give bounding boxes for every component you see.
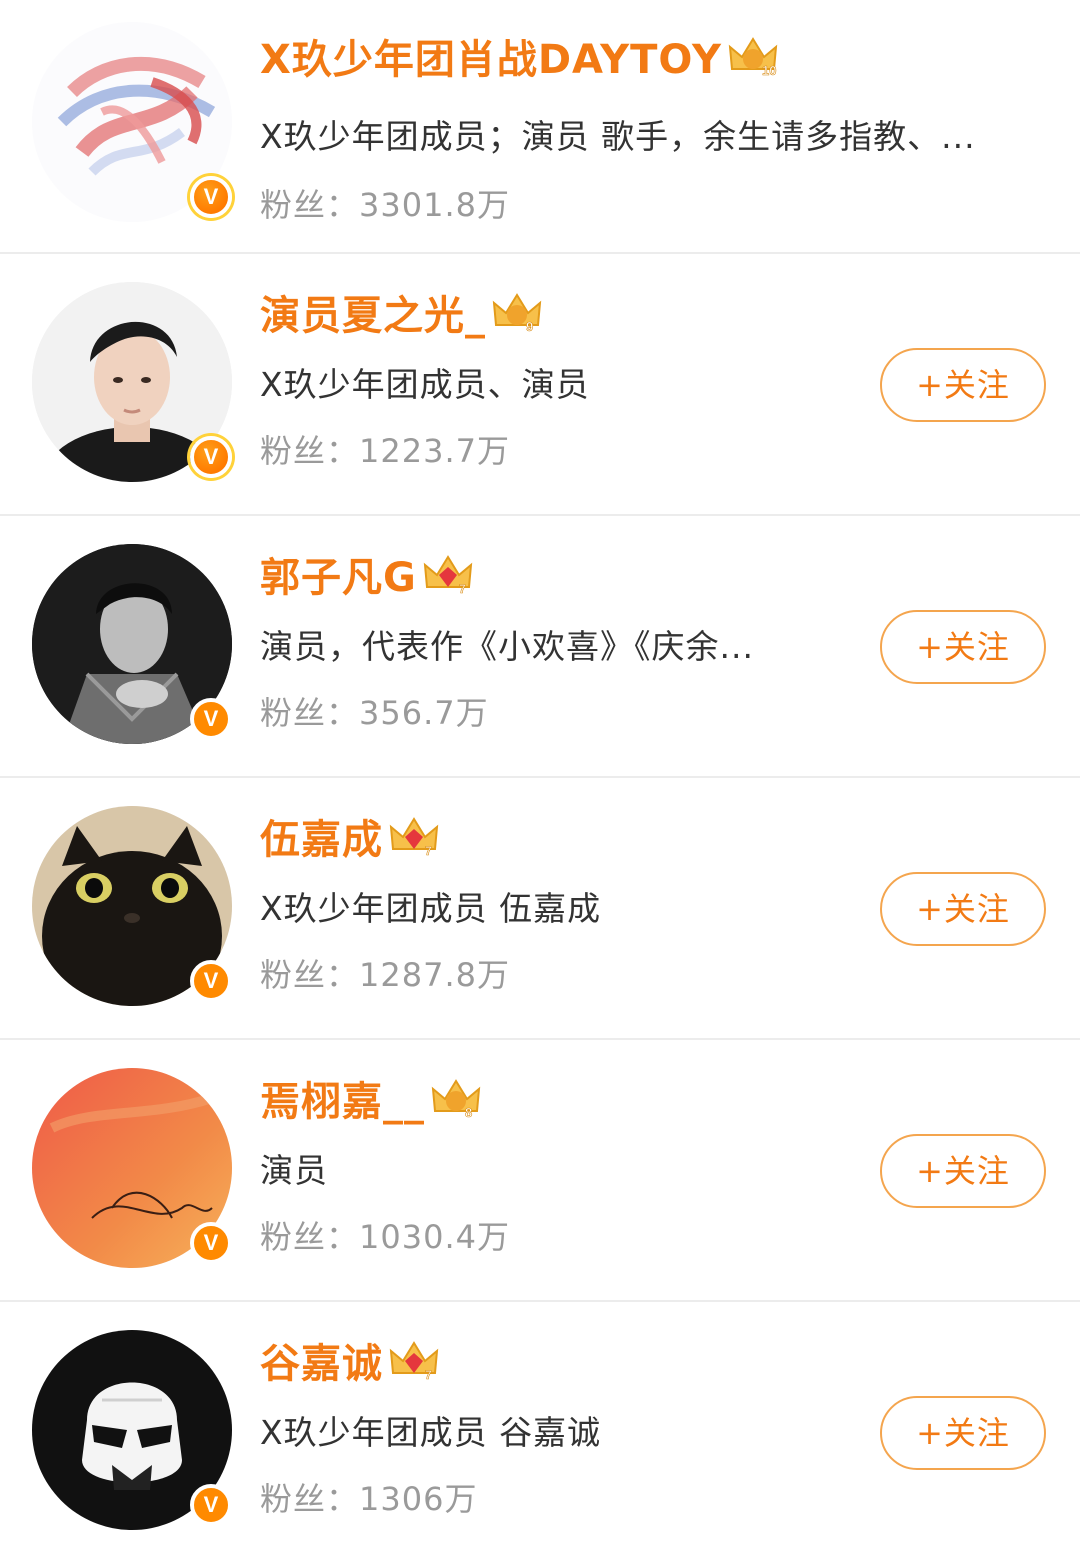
user-description: 演员，代表作《小欢喜》《庆余...	[260, 627, 754, 666]
follow-button[interactable]: +关注	[880, 1134, 1046, 1208]
name-line: 伍嘉成 7	[260, 807, 441, 865]
verified-icon: V	[190, 176, 232, 218]
name-line: X玖少年团肖战DAYTOY 10	[260, 27, 780, 85]
list-item[interactable]: V X玖少年团肖战DAYTOY 10 X玖少年团成员；演员 歌手，余生请多指教、…	[0, 0, 1080, 254]
crown-icon: 7	[387, 813, 441, 859]
fans-count: 粉丝：1287.8万	[260, 956, 510, 994]
fans-count: 粉丝：1223.7万	[260, 432, 510, 470]
list-item[interactable]: V 谷嘉诚 7 X玖少年团成员 谷嘉诚 粉丝：1306万 +关注	[0, 1302, 1080, 1566]
follow-button[interactable]: +关注	[880, 610, 1046, 684]
follow-button[interactable]: +关注	[880, 348, 1046, 422]
fans-count: 粉丝：1306万	[260, 1480, 478, 1518]
verified-icon: V	[190, 1222, 232, 1264]
crown-icon: 7	[387, 1337, 441, 1383]
user-description: X玖少年团成员、演员	[260, 365, 590, 404]
verified-icon: V	[190, 1484, 232, 1526]
crown-icon: 7	[421, 551, 475, 597]
crown-icon: 9	[490, 289, 544, 335]
user-name[interactable]: 郭子凡G	[260, 545, 417, 603]
user-name[interactable]: 演员夏之光_	[260, 283, 486, 341]
verified-icon: V	[190, 960, 232, 1002]
verified-icon: V	[190, 436, 232, 478]
svg-text:9: 9	[526, 319, 533, 334]
svg-text:10: 10	[762, 63, 776, 78]
crown-icon: 10	[726, 33, 780, 79]
user-name[interactable]: 谷嘉诚	[260, 1331, 383, 1389]
user-list: V X玖少年团肖战DAYTOY 10 X玖少年团成员；演员 歌手，余生请多指教、…	[0, 0, 1080, 1567]
crown-icon: 8	[429, 1075, 483, 1121]
list-item[interactable]: V 伍嘉成 7 X玖少年团成员 伍嘉成 粉丝：1287.8万 +关注	[0, 778, 1080, 1040]
svg-text:8: 8	[465, 1105, 472, 1120]
name-line: 谷嘉诚 7	[260, 1331, 441, 1389]
user-name[interactable]: 焉栩嘉__	[260, 1069, 425, 1127]
name-line: 郭子凡G 7	[260, 545, 475, 603]
list-item[interactable]: V 演员夏之光_ 9 X玖少年团成员、演员 粉丝：1223.7万 +关注	[0, 254, 1080, 516]
list-item[interactable]: V 焉栩嘉__ 8 演员 粉丝：1030.4万 +关注	[0, 1040, 1080, 1302]
list-item[interactable]: V 郭子凡G 7 演员，代表作《小欢喜》《庆余... 粉丝：356.7万 +关注	[0, 516, 1080, 778]
fans-count: 粉丝：3301.8万	[260, 186, 510, 224]
svg-text:7: 7	[459, 582, 466, 596]
name-line: 演员夏之光_ 9	[260, 283, 544, 341]
svg-text:7: 7	[425, 1368, 432, 1382]
name-line: 焉栩嘉__ 8	[260, 1069, 483, 1127]
svg-text:7: 7	[425, 844, 432, 858]
verified-icon: V	[190, 698, 232, 740]
user-description: 演员	[260, 1151, 328, 1190]
fans-count: 粉丝：1030.4万	[260, 1218, 510, 1256]
user-description: X玖少年团成员；演员 歌手，余生请多指教、...	[260, 117, 976, 156]
follow-button[interactable]: +关注	[880, 1396, 1046, 1470]
user-name[interactable]: 伍嘉成	[260, 807, 383, 865]
follow-button[interactable]: +关注	[880, 872, 1046, 946]
user-description: X玖少年团成员 谷嘉诚	[260, 1413, 602, 1452]
fans-count: 粉丝：356.7万	[260, 694, 489, 732]
user-description: X玖少年团成员 伍嘉成	[260, 889, 602, 928]
user-name[interactable]: X玖少年团肖战DAYTOY	[260, 27, 722, 85]
